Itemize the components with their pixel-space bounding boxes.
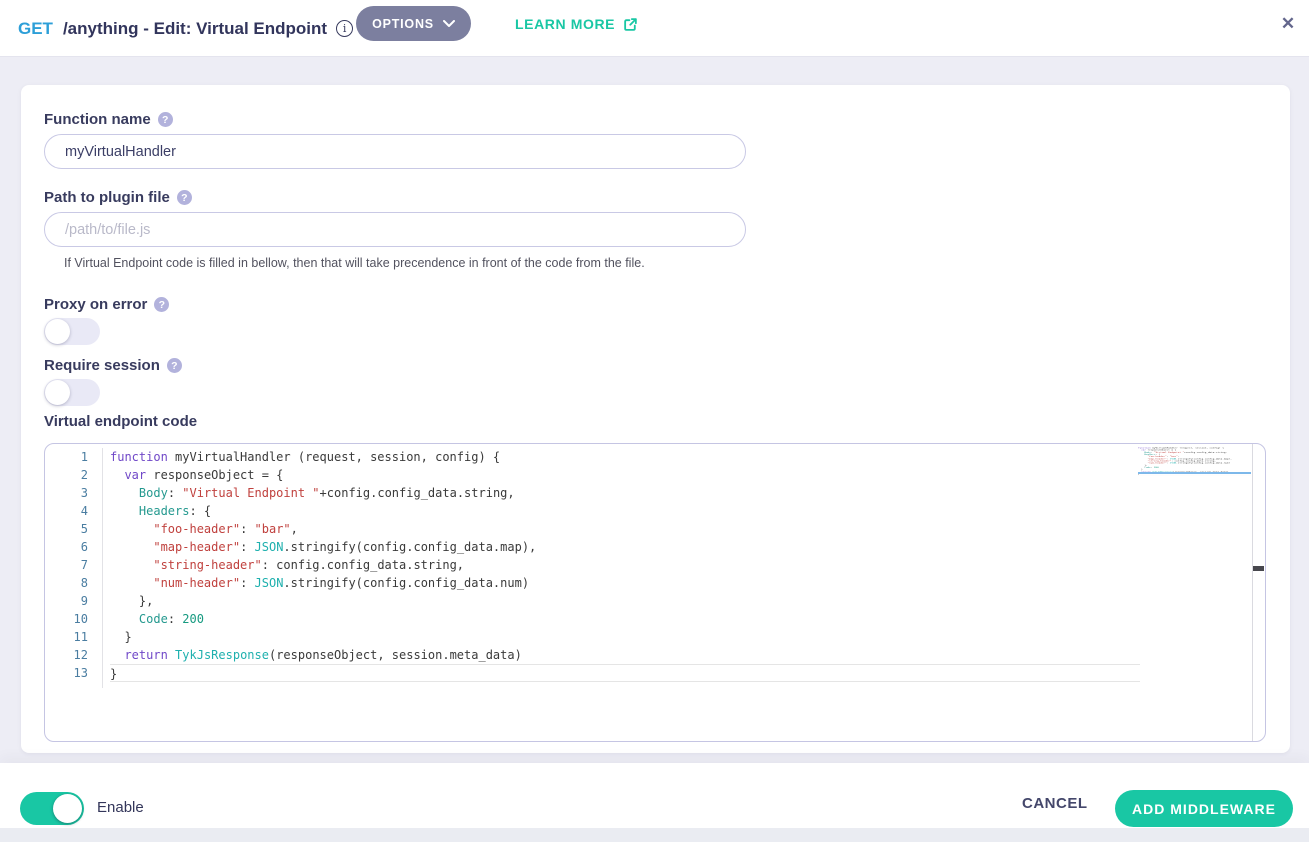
code-line[interactable]: "string-header": config.config_data.stri… <box>110 556 1251 574</box>
endpoint-title: GET /anything - Edit: Virtual Endpoint i <box>18 0 353 57</box>
gutter-line-number: 1 <box>45 448 102 466</box>
gutter-line-number: 7 <box>45 556 102 574</box>
editor-scrollbar-track <box>1252 444 1253 741</box>
require-session-label: Require session ? <box>44 357 182 374</box>
gutter-line-number: 2 <box>45 466 102 484</box>
page-title: /anything - Edit: Virtual Endpoint <box>63 19 327 39</box>
toggle-knob <box>53 794 82 823</box>
gutter-line-number: 3 <box>45 484 102 502</box>
code-line[interactable]: } <box>110 664 1140 682</box>
code-line[interactable]: var responseObject = { <box>110 466 1251 484</box>
chevron-down-icon <box>443 20 455 28</box>
edit-middleware-panel: Function name ? Path to plugin file ? If… <box>21 85 1290 753</box>
external-link-icon <box>623 17 638 32</box>
learn-more-link[interactable]: LEARN MORE <box>515 0 638 48</box>
http-method-badge: GET <box>18 19 53 39</box>
help-icon[interactable]: ? <box>167 358 182 373</box>
options-button[interactable]: OPTIONS <box>356 6 471 41</box>
options-button-label: OPTIONS <box>372 17 434 31</box>
code-line[interactable]: "map-header": JSON.stringify(config.conf… <box>110 538 1251 556</box>
help-icon[interactable]: ? <box>158 112 173 127</box>
header-bar: GET /anything - Edit: Virtual Endpoint i… <box>0 0 1309 57</box>
page-bottom-strip <box>0 828 1309 842</box>
minimap-content: function myVirtualHandler (request, sess… <box>1138 447 1251 475</box>
enable-toggle[interactable] <box>20 792 84 825</box>
code-editor[interactable]: 12345678910111213 function myVirtualHand… <box>44 443 1266 742</box>
toggle-knob <box>45 319 70 344</box>
function-name-label-text: Function name <box>44 111 151 128</box>
code-line[interactable]: } <box>110 628 1251 646</box>
code-line[interactable]: }, <box>110 592 1251 610</box>
gutter-line-number: 8 <box>45 574 102 592</box>
code-line[interactable]: "num-header": JSON.stringify(config.conf… <box>110 574 1251 592</box>
code-line[interactable]: return TykJsResponse(responseObject, ses… <box>110 646 1251 664</box>
plugin-path-label-text: Path to plugin file <box>44 189 170 206</box>
gutter-line-number: 12 <box>45 646 102 664</box>
editor-gutter: 12345678910111213 <box>45 448 102 682</box>
editor-code[interactable]: function myVirtualHandler (request, sess… <box>110 448 1251 682</box>
code-line[interactable]: Code: 200 <box>110 610 1251 628</box>
learn-more-label: LEARN MORE <box>515 16 615 32</box>
gutter-divider <box>102 448 103 688</box>
gutter-line-number: 10 <box>45 610 102 628</box>
toggle-knob <box>45 380 70 405</box>
help-icon[interactable]: ? <box>154 297 169 312</box>
plugin-path-input[interactable] <box>44 212 746 247</box>
proxy-on-error-label-text: Proxy on error <box>44 296 147 313</box>
proxy-on-error-label: Proxy on error ? <box>44 296 169 313</box>
cancel-button[interactable]: CANCEL <box>1022 795 1088 812</box>
add-middleware-button[interactable]: ADD MIDDLEWARE <box>1115 790 1293 827</box>
editor-scrollbar-thumb[interactable] <box>1253 566 1264 571</box>
code-line[interactable]: Body: "Virtual Endpoint "+config.config_… <box>110 484 1251 502</box>
code-line[interactable]: "foo-header": "bar", <box>110 520 1251 538</box>
enable-label: Enable <box>97 799 144 816</box>
gutter-line-number: 9 <box>45 592 102 610</box>
info-icon[interactable]: i <box>336 20 353 37</box>
minimap-cursor-line <box>1138 472 1251 474</box>
require-session-label-text: Require session <box>44 357 160 374</box>
close-icon[interactable]: ✕ <box>1276 12 1300 36</box>
function-name-label: Function name ? <box>44 111 173 128</box>
gutter-line-number: 5 <box>45 520 102 538</box>
gutter-line-number: 6 <box>45 538 102 556</box>
code-line[interactable]: Headers: { <box>110 502 1251 520</box>
code-line[interactable]: function myVirtualHandler (request, sess… <box>110 448 1251 466</box>
proxy-on-error-toggle[interactable] <box>44 318 100 345</box>
function-name-input[interactable] <box>44 134 746 169</box>
gutter-line-number: 4 <box>45 502 102 520</box>
gutter-line-number: 11 <box>45 628 102 646</box>
virtual-endpoint-code-label-text: Virtual endpoint code <box>44 413 197 430</box>
plugin-path-helper-text: If Virtual Endpoint code is filled in be… <box>64 256 645 270</box>
plugin-path-label: Path to plugin file ? <box>44 189 192 206</box>
gutter-line-number: 13 <box>45 664 102 682</box>
require-session-toggle[interactable] <box>44 379 100 406</box>
virtual-endpoint-code-label: Virtual endpoint code <box>44 413 197 430</box>
help-icon[interactable]: ? <box>177 190 192 205</box>
